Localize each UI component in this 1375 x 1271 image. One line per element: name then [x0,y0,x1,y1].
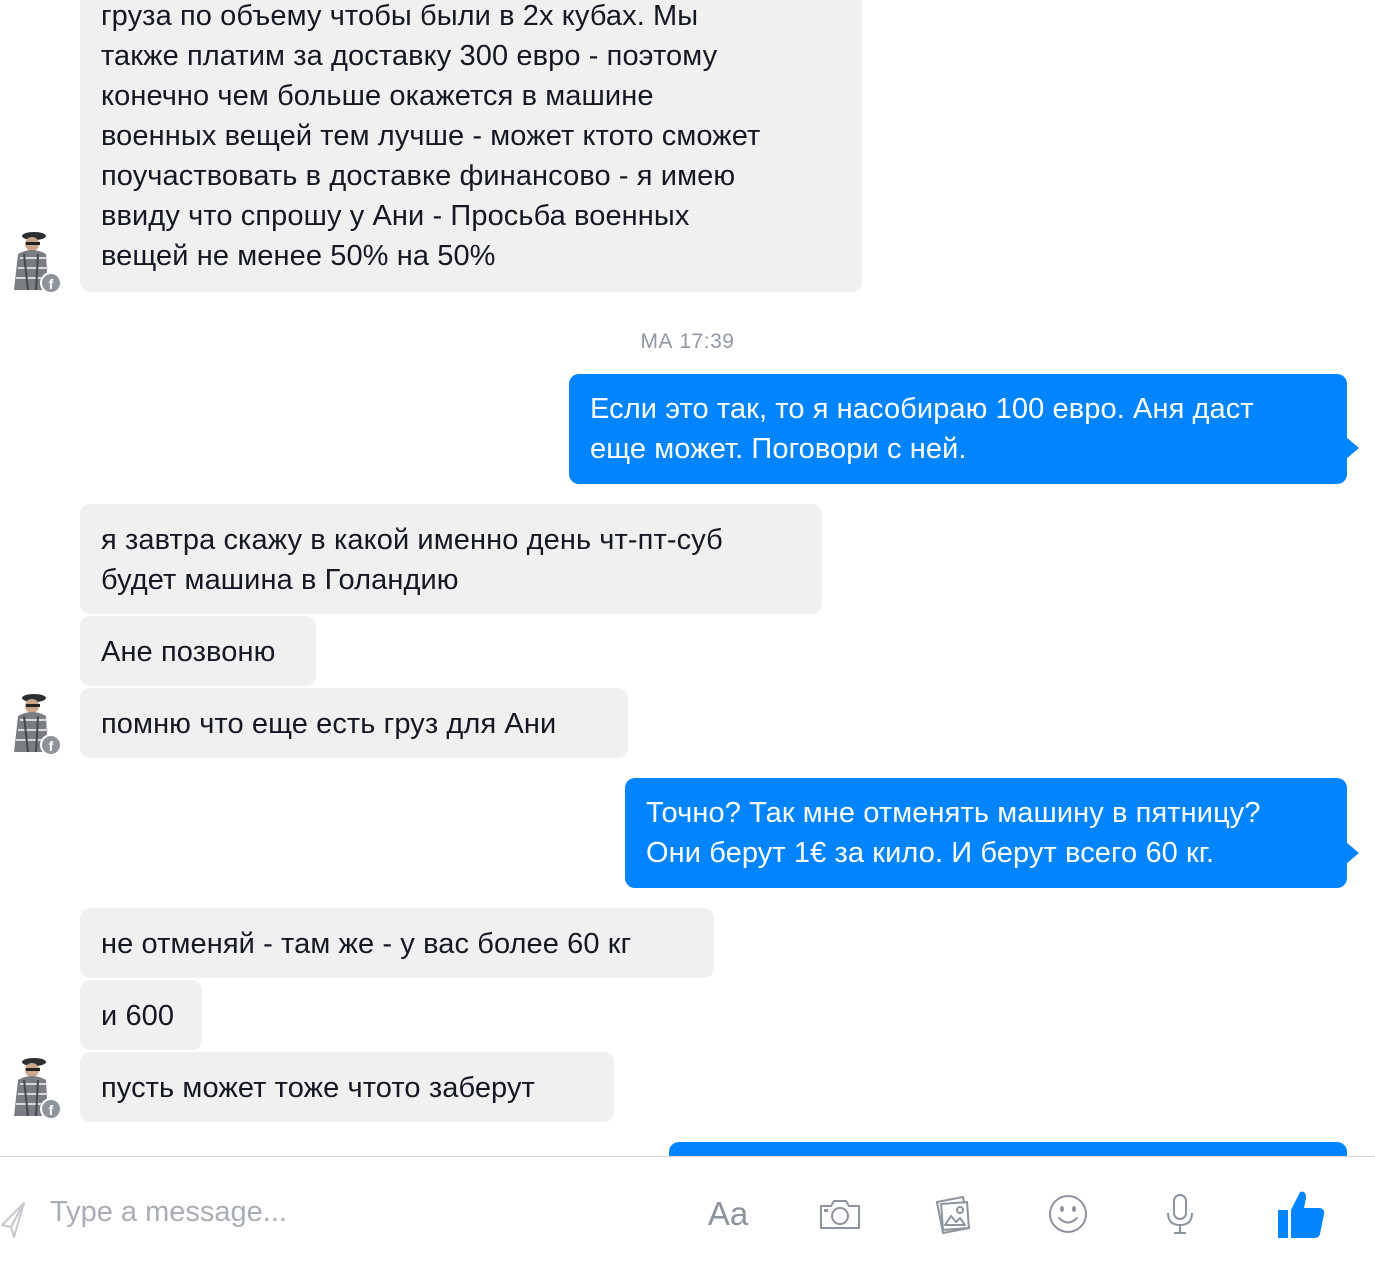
message-line: ввиду что спрошу у Ани - Просьба военных [101,200,690,232]
message-bubble-outgoing-partial[interactable] [669,1142,1347,1156]
message-line: Они берут 1€ за кило. И берут всего 60 к… [646,837,1215,869]
message-bubble-incoming[interactable]: не отменяй - там же - у вас более 60 кг [80,908,714,978]
message-line: пусть может тоже чтото заберут [101,1072,535,1104]
bubble-tail [1346,437,1359,459]
gallery-icon [936,1196,970,1234]
message-bubble-incoming[interactable]: Ане позвоню [80,616,316,686]
message-input[interactable] [50,1189,650,1235]
message-line: помню что еще есть груз для Ани [101,708,557,740]
camera-icon [820,1200,860,1229]
message-line: груза по объему чтобы были в 2х кубах. М… [101,0,699,32]
message-bubble-incoming[interactable]: я завтра скажу в какой именно день чт-пт… [80,504,822,614]
svg-text:f: f [49,276,54,292]
message-line: поучаствовать в доставке финансово - я и… [101,160,736,192]
message-line: и 600 [101,1000,175,1032]
message-line: еще может. Поговори с ней. [590,433,967,465]
like-icon [1278,1191,1325,1238]
message-line: Если это так, то я насобираю 100 евро. А… [590,393,1254,425]
contact-avatar[interactable]: f [6,690,62,754]
message-line: конечно чем больше окажется в машине [101,80,654,112]
message-line: Точно? Так мне отменять машину в пятницу… [646,797,1261,829]
message-line: военных вещей тем лучше - может ктото см… [101,120,761,152]
message-bubble-incoming[interactable]: груза по объему чтобы были в 2х кубах. М… [80,0,862,292]
emoji-button[interactable] [1040,1179,1096,1249]
microphone-icon [1167,1194,1193,1234]
contact-avatar[interactable]: f [6,228,62,292]
message-bubble-incoming[interactable]: помню что еще есть груз для Ани [80,688,628,758]
gallery-button[interactable] [926,1179,982,1249]
camera-button[interactable] [812,1179,868,1249]
bubble-tail [1346,842,1359,864]
message-line: я завтра скажу в какой именно день чт-пт… [101,524,723,556]
message-line: не отменяй - там же - у вас более 60 кг [101,928,632,960]
send-icon[interactable] [0,1199,30,1241]
emoji-icon [1049,1195,1087,1233]
contact-avatar[interactable]: f [6,1054,62,1118]
message-line: также платим за доставку 300 евро - поэт… [101,40,718,72]
message-line: будет машина в Голандию [101,564,459,596]
svg-text:f: f [49,738,54,754]
message-bubble-outgoing[interactable]: Если это так, то я насобираю 100 евро. А… [569,374,1359,484]
message-bubble-outgoing[interactable]: Точно? Так мне отменять машину в пятницу… [625,778,1359,888]
text-format-label: Aa [707,1195,749,1232]
message-composer: Aa [0,1156,1375,1271]
timestamp: МА 17:39 [640,330,735,353]
message-line: Ане позвоню [101,636,276,668]
microphone-button[interactable] [1152,1179,1208,1249]
like-button[interactable] [1270,1179,1332,1249]
text-format-button[interactable]: Aa [698,1179,758,1249]
message-bubble-incoming[interactable]: и 600 [80,980,202,1050]
message-line: вещей не менее 50% на 50% [101,240,496,272]
message-bubble-incoming[interactable]: пусть может тоже чтото заберут [80,1052,614,1122]
svg-text:f: f [49,1102,54,1118]
message-thread[interactable]: груза по объему чтобы были в 2х кубах. М… [0,0,1375,1156]
